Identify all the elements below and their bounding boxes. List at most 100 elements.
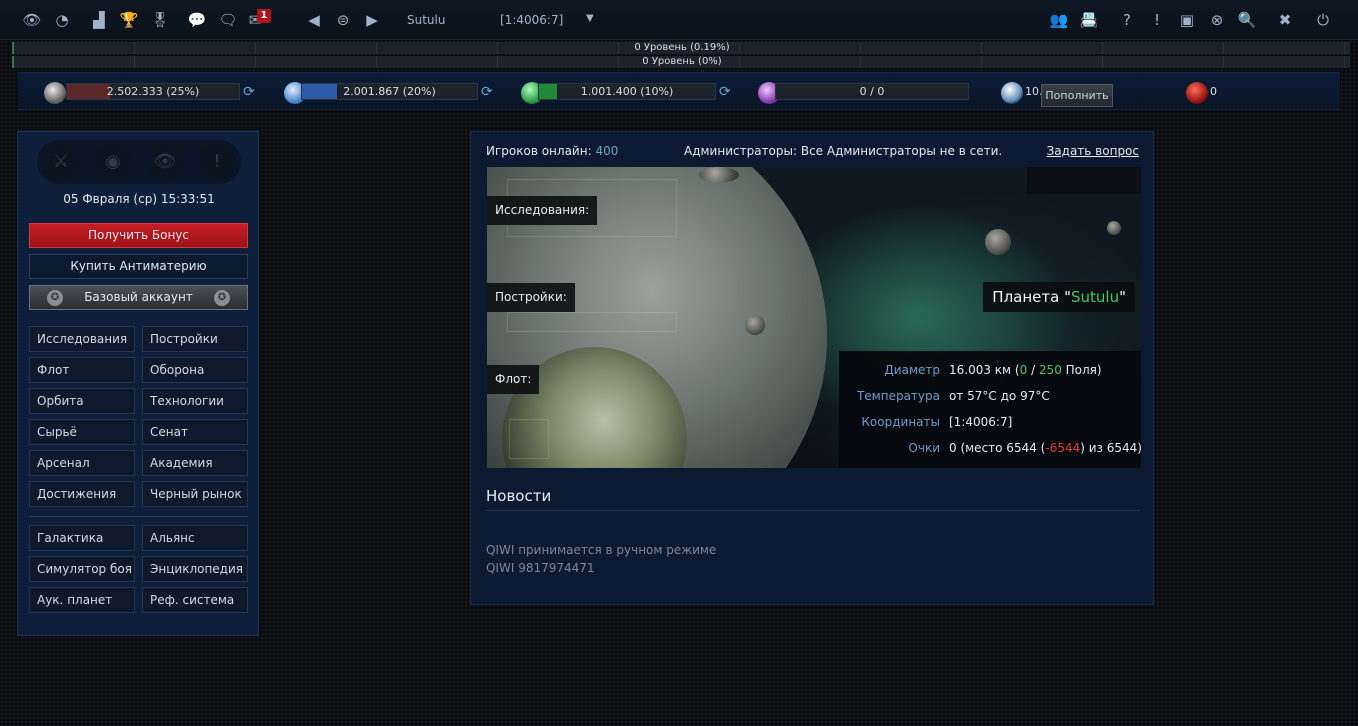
nav-battle-simulator[interactable]: Симулятор боя: [29, 556, 135, 582]
nav-encyclopedia[interactable]: Энциклопедия: [142, 556, 248, 582]
nav-fleet[interactable]: Флот: [29, 357, 135, 383]
refresh-icon[interactable]: ⟳: [481, 84, 493, 100]
moon-icon: [985, 229, 1011, 255]
planet-name[interactable]: Sutulu: [407, 13, 445, 27]
account-button[interactable]: ✪ Базовый аккаунт ✪: [29, 285, 248, 310]
crystal-bar: 2.001.867 (20%): [301, 83, 478, 100]
buildings-status[interactable]: Постройки:: [487, 283, 575, 312]
upload-icon[interactable]: [509, 419, 549, 459]
help-icon[interactable]: ?: [1117, 10, 1137, 30]
research-status[interactable]: Исследования:: [487, 196, 598, 225]
planet-title-name[interactable]: Sutulu: [1071, 288, 1119, 306]
energy-bar: 0 / 0: [775, 83, 969, 100]
planet-list-icon[interactable]: ⊜: [333, 10, 353, 30]
topup-button[interactable]: Пополнить: [1041, 84, 1113, 107]
image-icon[interactable]: ▣: [1177, 10, 1197, 30]
planet-title-suffix: ": [1119, 288, 1126, 306]
nav-defense[interactable]: Оборона: [142, 357, 248, 383]
nav-planet-auction[interactable]: Аук. планет: [29, 587, 135, 613]
planet-scene: Исследования: Постройки: Флот: Планета "…: [487, 167, 1141, 468]
planet-info: Диаметр 16.003 км (0 / 250 Поля) Темпера…: [839, 351, 1141, 468]
ask-question-link[interactable]: Задать вопрос: [1047, 144, 1139, 158]
points-value: 0 (место 6544 (-6544) из 6544): [949, 435, 1141, 461]
darkmatter-icon: [1186, 82, 1208, 104]
energy-value: 0 / 0: [859, 85, 885, 98]
users-icon[interactable]: 👥: [1049, 10, 1069, 30]
points-row: Очки 0 (место 6544 (-6544) из 6544): [839, 435, 1141, 461]
asteroid-icon: [699, 167, 739, 183]
nav-resources[interactable]: Сырьё: [29, 419, 135, 445]
antimatter-value: 10.: [1025, 85, 1043, 98]
resource-bar: 2.502.333 (25%) ⟳ 2.001.867 (20%) ⟳ 1.00…: [18, 72, 1340, 110]
metal-bar: 2.502.333 (25%): [66, 83, 240, 100]
level-bar-2-text: 0 Уровень (0%): [642, 56, 722, 67]
sword-icon[interactable]: ⚔: [43, 144, 79, 180]
scene-corner: [1027, 167, 1141, 194]
news-title: Новости: [486, 487, 552, 505]
globe-icon[interactable]: ◉: [95, 144, 131, 180]
hud-frame: [507, 312, 677, 332]
metal-icon: [44, 82, 66, 104]
antimatter-icon: [1001, 82, 1023, 104]
nav-research[interactable]: Исследования: [29, 326, 135, 352]
nav-arsenal[interactable]: Арсенал: [29, 450, 135, 476]
points-label: Очки: [908, 441, 940, 455]
temperature-value: от 57°C до 97°C: [949, 389, 1050, 403]
diameter-row: Диаметр 16.003 км (0 / 250 Поля): [839, 357, 1141, 383]
chevron-down-icon[interactable]: ▼: [586, 13, 594, 24]
coordinates-row: Координаты [1:4006:7]: [839, 409, 1141, 435]
sidebar-divider: [29, 516, 248, 517]
news-item: QIWI принимается в ручном режиме: [486, 543, 717, 557]
nav-alliance[interactable]: Альянс: [142, 525, 248, 551]
pie-chart-icon[interactable]: ◔: [52, 10, 72, 30]
chat-icon[interactable]: 💬: [187, 10, 207, 30]
search-icon[interactable]: 🔍: [1237, 10, 1257, 30]
account-label: Базовый аккаунт: [84, 290, 193, 304]
chats-icon[interactable]: 🗨: [218, 10, 238, 30]
news-divider: [486, 510, 1140, 511]
asteroid-icon: [745, 315, 765, 335]
nav-galaxy[interactable]: Галактика: [29, 525, 135, 551]
nav-referral-system[interactable]: Реф. система: [142, 587, 248, 613]
points-delta: -6544: [1045, 441, 1081, 455]
contacts-icon[interactable]: 📇: [1079, 10, 1099, 30]
nav-academy[interactable]: Академия: [142, 450, 248, 476]
refresh-icon[interactable]: ⟳: [719, 84, 731, 100]
power-icon[interactable]: ⏻: [1313, 10, 1333, 30]
deuterium-fill: [539, 84, 557, 99]
prev-planet-icon[interactable]: ◀: [304, 10, 324, 30]
diameter-value: 16.003 км (0 / 250 Поля): [949, 357, 1102, 383]
eye-icon[interactable]: 👁: [22, 10, 42, 30]
nav-black-market[interactable]: Черный рынок: [142, 481, 248, 507]
moon-icon: [1107, 221, 1121, 235]
eye-icon[interactable]: 👁: [147, 144, 183, 180]
server-datetime: 05 Фвраля (ср) 15:33:51: [63, 192, 215, 206]
points-prefix: 0 (место 6544 (: [949, 441, 1046, 455]
get-bonus-button[interactable]: Получить Бонус: [29, 223, 248, 248]
crystal-fill: [302, 84, 337, 99]
top-bar: 👁 ◔ ▟ 🏆 🎖 💬 🗨 ✉ 1 ◀ ⊜ ▶ Sutulu [1:4006:7…: [0, 0, 1358, 40]
diameter-km: 16.003 км (: [949, 363, 1020, 377]
medal-icon[interactable]: 🎖: [150, 10, 170, 30]
settings-tools-icon[interactable]: ✖: [1275, 10, 1295, 30]
trophy-icon[interactable]: 🏆: [119, 10, 139, 30]
points-suffix: ) из 6544): [1080, 441, 1141, 455]
fleet-status[interactable]: Флот:: [487, 365, 540, 394]
lifebuoy-icon[interactable]: ⊗: [1207, 10, 1227, 30]
nav-orbit[interactable]: Орбита: [29, 388, 135, 414]
info-icon[interactable]: !: [1147, 10, 1167, 30]
nav-senate[interactable]: Сенат: [142, 419, 248, 445]
planet-coords[interactable]: [1:4006:7]: [500, 13, 563, 27]
nav-achievements[interactable]: Достижения: [29, 481, 135, 507]
next-planet-icon[interactable]: ▶: [362, 10, 382, 30]
temperature-row: Температура от 57°C до 97°C: [839, 383, 1141, 409]
buy-antimatter-button[interactable]: Купить Антиматерию: [29, 254, 248, 279]
alert-icon[interactable]: !: [199, 144, 235, 180]
refresh-icon[interactable]: ⟳: [243, 84, 255, 100]
diameter-label: Диаметр: [884, 363, 940, 377]
coordinates-value[interactable]: [1:4006:7]: [949, 409, 1012, 435]
bar-chart-icon[interactable]: ▟: [89, 10, 109, 30]
nav-technologies[interactable]: Технологии: [142, 388, 248, 414]
nav-buildings[interactable]: Постройки: [142, 326, 248, 352]
overview-panel: Игроков онлайн: 400 Администраторы: Все …: [470, 131, 1154, 605]
